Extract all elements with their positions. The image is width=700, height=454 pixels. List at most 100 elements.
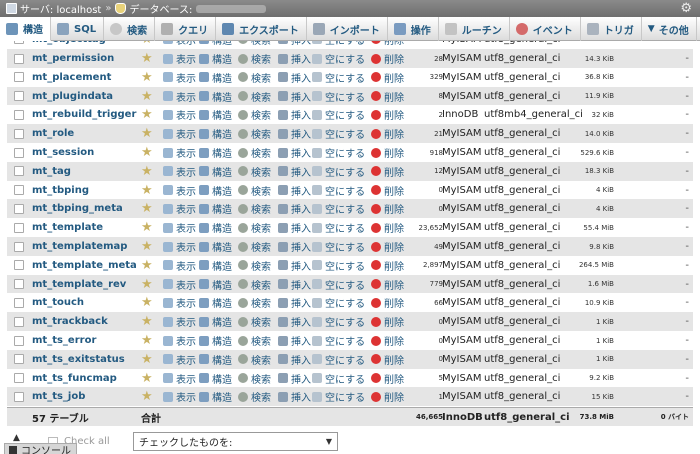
browse-action[interactable]: 表示: [163, 314, 196, 329]
empty-action[interactable]: 空にする: [312, 371, 365, 386]
insert-action[interactable]: 挿入: [278, 295, 311, 310]
star-icon[interactable]: ★: [141, 71, 153, 84]
drop-action[interactable]: 削除: [371, 183, 404, 198]
table-name-link[interactable]: mt_templatemap: [32, 241, 127, 252]
bulk-action-select[interactable]: チェックしたものを: ▼: [133, 432, 338, 451]
row-checkbox[interactable]: [14, 316, 24, 327]
empty-action[interactable]: 空にする: [312, 201, 365, 216]
row-checkbox[interactable]: [14, 41, 24, 44]
structure-action[interactable]: 構造: [199, 183, 232, 198]
table-name-link[interactable]: mt_template_meta: [32, 260, 137, 271]
browse-action[interactable]: 表示: [163, 220, 196, 235]
row-checkbox[interactable]: [14, 91, 24, 102]
search-action[interactable]: 検索: [238, 333, 271, 348]
drop-action[interactable]: 削除: [371, 371, 404, 386]
row-checkbox[interactable]: [14, 147, 24, 158]
browse-action[interactable]: 表示: [163, 183, 196, 198]
browse-action[interactable]: 表示: [163, 277, 196, 292]
search-action[interactable]: 検索: [238, 277, 271, 292]
structure-action[interactable]: 構造: [199, 107, 232, 122]
empty-action[interactable]: 空にする: [312, 70, 365, 85]
browse-action[interactable]: 表示: [163, 107, 196, 122]
tab-more[interactable]: ▼ その他: [642, 17, 697, 41]
empty-action[interactable]: 空にする: [312, 51, 365, 66]
search-action[interactable]: 検索: [238, 41, 271, 47]
structure-action[interactable]: 構造: [199, 277, 232, 292]
row-checkbox[interactable]: [14, 185, 24, 196]
search-action[interactable]: 検索: [238, 371, 271, 386]
search-action[interactable]: 検索: [238, 295, 271, 310]
insert-action[interactable]: 挿入: [278, 389, 311, 404]
tab-sql[interactable]: SQL: [51, 17, 105, 41]
search-action[interactable]: 検索: [238, 258, 271, 273]
search-action[interactable]: 検索: [238, 389, 271, 404]
drop-action[interactable]: 削除: [371, 107, 404, 122]
tab-import[interactable]: インポート: [307, 17, 388, 41]
tab-search[interactable]: 検索: [104, 17, 156, 41]
browse-action[interactable]: 表示: [163, 201, 196, 216]
empty-action[interactable]: 空にする: [312, 107, 365, 122]
table-name-link[interactable]: mt_tbping: [32, 185, 89, 196]
row-checkbox[interactable]: [14, 222, 24, 233]
star-icon[interactable]: ★: [141, 165, 153, 178]
structure-action[interactable]: 構造: [199, 239, 232, 254]
browse-action[interactable]: 表示: [163, 352, 196, 367]
star-icon[interactable]: ★: [141, 146, 153, 159]
console-toggle[interactable]: コンソール: [4, 443, 77, 454]
star-icon[interactable]: ★: [141, 296, 153, 309]
star-icon[interactable]: ★: [141, 41, 153, 46]
insert-action[interactable]: 挿入: [278, 220, 311, 235]
table-name-link[interactable]: mt_template: [32, 222, 103, 233]
empty-action[interactable]: 空にする: [312, 145, 365, 160]
browse-action[interactable]: 表示: [163, 164, 196, 179]
drop-action[interactable]: 削除: [371, 389, 404, 404]
insert-action[interactable]: 挿入: [278, 51, 311, 66]
star-icon[interactable]: ★: [141, 334, 153, 347]
structure-action[interactable]: 構造: [199, 51, 232, 66]
empty-action[interactable]: 空にする: [312, 164, 365, 179]
star-icon[interactable]: ★: [141, 90, 153, 103]
table-name-link[interactable]: mt_rebuild_trigger: [32, 109, 136, 120]
empty-action[interactable]: 空にする: [312, 41, 365, 47]
search-action[interactable]: 検索: [238, 51, 271, 66]
empty-action[interactable]: 空にする: [312, 220, 365, 235]
star-icon[interactable]: ★: [141, 259, 153, 272]
star-icon[interactable]: ★: [141, 315, 153, 328]
tab-query[interactable]: クエリ: [155, 17, 217, 41]
empty-action[interactable]: 空にする: [312, 389, 365, 404]
search-action[interactable]: 検索: [238, 352, 271, 367]
row-checkbox[interactable]: [14, 354, 24, 365]
table-name-link[interactable]: mt_tbping_meta: [32, 203, 123, 214]
search-action[interactable]: 検索: [238, 164, 271, 179]
drop-action[interactable]: 削除: [371, 352, 404, 367]
browse-action[interactable]: 表示: [163, 389, 196, 404]
tab-triggers[interactable]: トリガ: [581, 17, 642, 41]
row-checkbox[interactable]: [14, 203, 24, 214]
breadcrumb-server[interactable]: サーバ: localhost: [20, 1, 101, 16]
table-name-link[interactable]: mt_trackback: [32, 316, 108, 327]
structure-action[interactable]: 構造: [199, 70, 232, 85]
empty-action[interactable]: 空にする: [312, 239, 365, 254]
browse-action[interactable]: 表示: [163, 333, 196, 348]
drop-action[interactable]: 削除: [371, 333, 404, 348]
table-name-link[interactable]: mt_tag: [32, 166, 71, 177]
row-checkbox[interactable]: [14, 109, 24, 120]
structure-action[interactable]: 構造: [199, 145, 232, 160]
tab-events[interactable]: イベント: [510, 17, 581, 41]
table-name-link[interactable]: mt_ts_job: [32, 391, 85, 402]
drop-action[interactable]: 削除: [371, 201, 404, 216]
drop-action[interactable]: 削除: [371, 314, 404, 329]
table-name-link[interactable]: mt_objecttag: [32, 41, 106, 45]
insert-action[interactable]: 挿入: [278, 371, 311, 386]
empty-action[interactable]: 空にする: [312, 314, 365, 329]
browse-action[interactable]: 表示: [163, 295, 196, 310]
table-name-link[interactable]: mt_ts_funcmap: [32, 373, 117, 384]
structure-action[interactable]: 構造: [199, 126, 232, 141]
structure-action[interactable]: 構造: [199, 220, 232, 235]
insert-action[interactable]: 挿入: [278, 277, 311, 292]
star-icon[interactable]: ★: [141, 240, 153, 253]
empty-action[interactable]: 空にする: [312, 295, 365, 310]
browse-action[interactable]: 表示: [163, 258, 196, 273]
star-icon[interactable]: ★: [141, 127, 153, 140]
structure-action[interactable]: 構造: [199, 201, 232, 216]
